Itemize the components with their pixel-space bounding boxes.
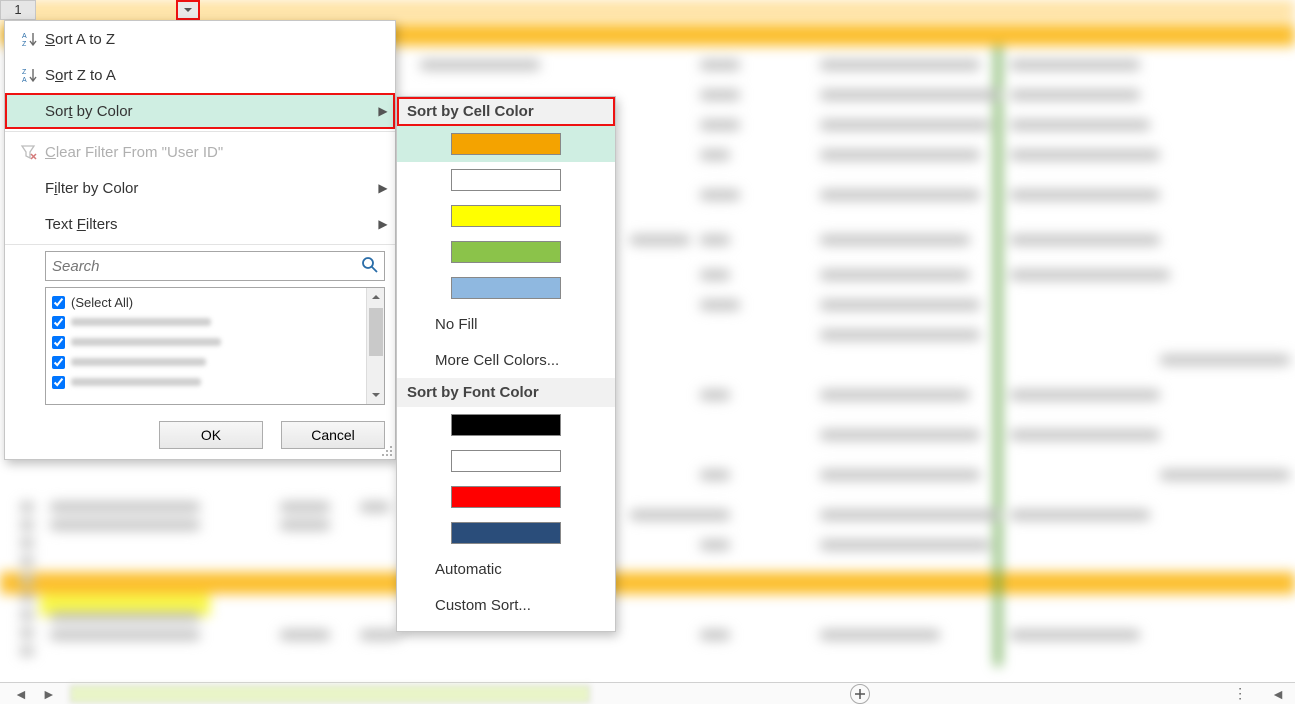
sort-a-to-z[interactable]: A Z Sort A to Z <box>5 21 395 57</box>
list-item[interactable] <box>52 352 360 372</box>
filter-value-checkbox[interactable] <box>52 356 65 369</box>
filter-search-input[interactable] <box>45 251 385 281</box>
filter-by-color-label: Filter by Color <box>41 180 371 197</box>
submenu-arrow-icon: ▶ <box>371 104 395 118</box>
chevron-down-icon <box>183 5 193 15</box>
scroll-down-icon[interactable] <box>367 386 384 404</box>
filter-by-color[interactable]: Filter by Color ▶ <box>5 170 395 206</box>
clear-filter: Clear Filter From "User ID" <box>5 134 395 170</box>
resize-grip-icon[interactable] <box>379 443 393 457</box>
sort-ascending-icon: A Z <box>20 30 38 48</box>
no-fill-option[interactable]: No Fill <box>397 306 615 342</box>
select-all-checkbox[interactable] <box>52 296 65 309</box>
tab-nav-prev-icon[interactable]: ◄ <box>14 686 28 702</box>
cell-color-option[interactable] <box>397 270 615 306</box>
cancel-button[interactable]: Cancel <box>281 421 385 449</box>
ok-button[interactable]: OK <box>159 421 263 449</box>
sort-by-color-label: Sort by Color <box>41 103 371 120</box>
menu-separator <box>5 131 395 132</box>
filter-search <box>45 251 385 281</box>
sort-by-color[interactable]: Sort by Color ▶ <box>5 93 395 129</box>
new-sheet-button[interactable] <box>850 684 870 704</box>
more-cell-colors-option[interactable]: More Cell Colors... <box>397 342 615 378</box>
sheet-tab-bar: ◄ ► ⋮ ◄ <box>0 682 1295 704</box>
filter-value-checkbox[interactable] <box>52 316 65 329</box>
tab-split-handle[interactable]: ⋮ <box>1233 685 1261 702</box>
plus-icon <box>854 688 866 700</box>
cell-color-option[interactable] <box>397 198 615 234</box>
font-color-option[interactable] <box>397 407 615 443</box>
row-number-cell: 1 <box>0 0 36 20</box>
list-item[interactable] <box>52 312 360 332</box>
menu-separator <box>5 244 395 245</box>
text-filters[interactable]: Text Filters ▶ <box>5 206 395 242</box>
automatic-option[interactable]: Automatic <box>397 551 615 587</box>
search-icon <box>361 256 379 274</box>
scroll-up-icon[interactable] <box>367 288 384 306</box>
tab-nav-next-icon[interactable]: ► <box>42 686 56 702</box>
text-filters-label: Text Filters <box>41 216 371 233</box>
svg-text:Z: Z <box>22 41 27 48</box>
filter-value-checkbox[interactable] <box>52 336 65 349</box>
sort-descending-icon: Z A <box>20 66 38 84</box>
sheet-tabs[interactable] <box>70 685 590 703</box>
sort-by-font-color-header: Sort by Font Color <box>397 378 615 407</box>
submenu-arrow-icon: ▶ <box>371 181 395 195</box>
clear-filter-icon <box>20 143 38 161</box>
font-color-option[interactable] <box>397 515 615 551</box>
column-filter-dropdown-button[interactable] <box>176 0 200 20</box>
scroll-thumb[interactable] <box>369 308 383 356</box>
svg-text:Z: Z <box>22 69 27 76</box>
list-item[interactable] <box>52 332 360 352</box>
svg-text:A: A <box>22 77 27 84</box>
sort-z-to-a[interactable]: Z A Sort Z to A <box>5 57 395 93</box>
custom-sort-option[interactable]: Custom Sort... <box>397 587 615 623</box>
autofilter-menu: A Z Sort A to Z Z A Sort Z to A Sort by … <box>4 20 396 460</box>
sort-z-to-a-label: Sort Z to A <box>41 67 371 84</box>
svg-text:A: A <box>22 33 27 40</box>
cell-color-option[interactable] <box>397 126 615 162</box>
sort-by-cell-color-header: Sort by Cell Color <box>397 97 615 126</box>
filter-value-checkbox[interactable] <box>52 376 65 389</box>
list-item[interactable]: (Select All) <box>52 292 360 312</box>
hscroll-left-icon[interactable]: ◄ <box>1261 686 1295 702</box>
clear-filter-label: Clear Filter From "User ID" <box>41 144 371 161</box>
sort-by-color-submenu: Sort by Cell Color No Fill More Cell Col… <box>396 96 616 632</box>
cell-color-option[interactable] <box>397 234 615 270</box>
select-all-label: (Select All) <box>71 295 133 310</box>
font-color-option[interactable] <box>397 479 615 515</box>
sort-a-to-z-label: Sort A to Z <box>41 31 371 48</box>
font-color-option[interactable] <box>397 443 615 479</box>
list-item[interactable] <box>52 372 360 392</box>
list-scrollbar[interactable] <box>366 288 384 404</box>
filter-value-list[interactable]: (Select All) <box>45 287 385 405</box>
cell-color-option[interactable] <box>397 162 615 198</box>
submenu-arrow-icon: ▶ <box>371 217 395 231</box>
